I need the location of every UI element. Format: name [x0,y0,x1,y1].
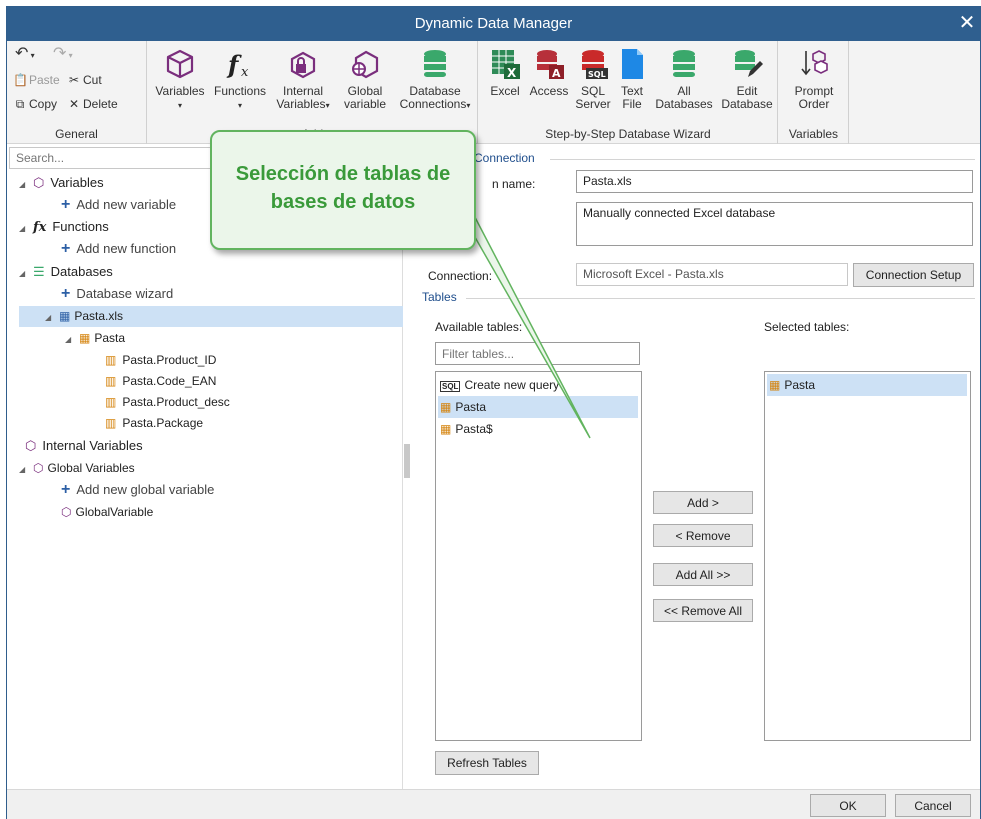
callout-pointer [465,199,591,439]
callout-line-1: Selección de tablas de [235,163,451,185]
callout-line-2: bases de datos [270,191,416,213]
callout-text: Selección de tablas de bases de datos [212,160,474,216]
callout-box: Selección de tablas de bases de datos [210,130,476,250]
